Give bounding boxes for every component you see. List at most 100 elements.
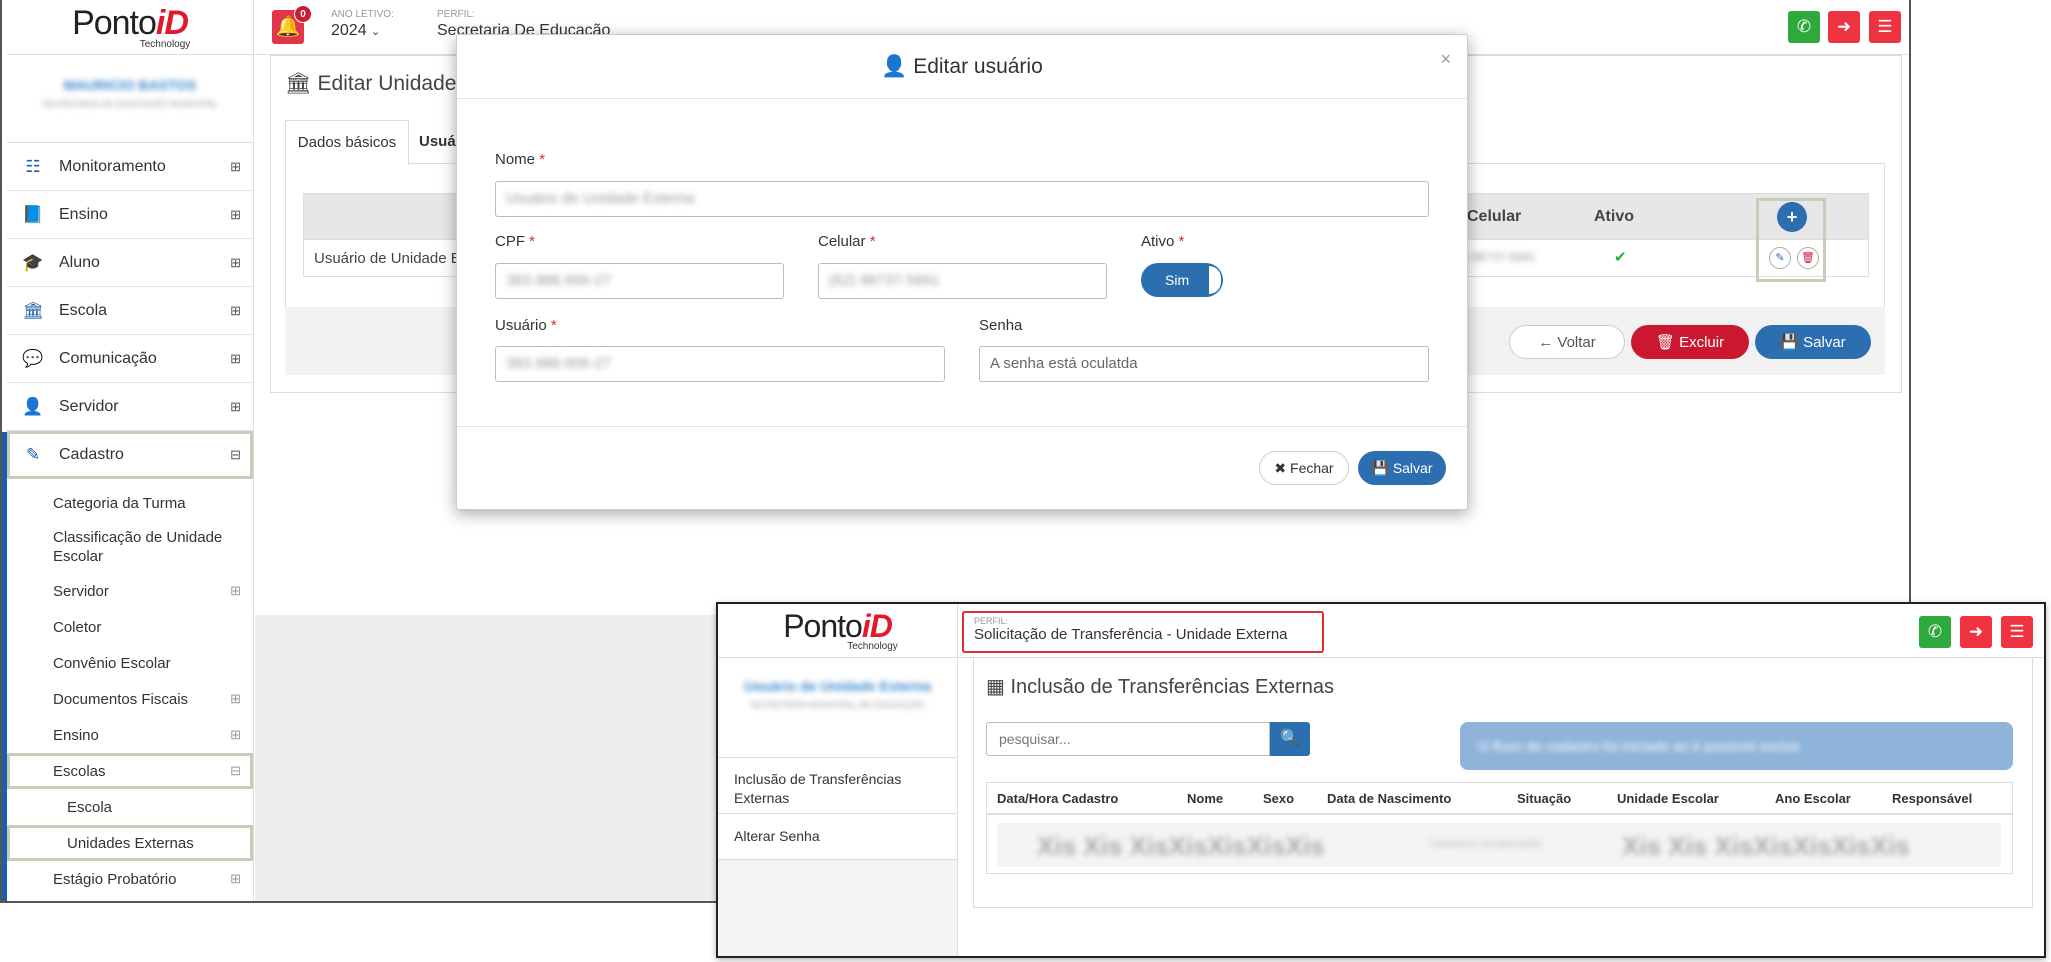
sidebar-item-label: Comunicação <box>59 349 157 367</box>
column-header: Situação <box>1517 791 1572 806</box>
sidebar-item-ensino[interactable]: 📘 Ensino ⊞ <box>7 191 253 239</box>
menu-alterar-senha[interactable]: Alterar Senha <box>718 814 957 860</box>
sidebar: PontoiD Technology MAURICIO BASTOS SECRE… <box>7 0 254 901</box>
senha-label: Senha <box>979 317 1023 334</box>
user-icon: 👤 <box>881 55 908 78</box>
submenu-label: Categoria da Turma <box>53 494 186 512</box>
notification-bell[interactable]: 🔔 0 <box>272 5 312 44</box>
floppy-icon: 💾 <box>1371 459 1389 476</box>
external-unit-window: PontoiD Technology Usuário de Unidade Ex… <box>716 602 2046 958</box>
submenu-label: Estágio Probatório <box>53 870 177 888</box>
sidebar-item-comunicação[interactable]: 💬 Comunicação ⊞ <box>7 335 253 383</box>
tab-dados-basicos[interactable]: Dados básicos <box>285 120 409 165</box>
submenu-label: Coletor <box>53 618 102 636</box>
modal-save-button[interactable]: 💾 Salvar <box>1358 451 1446 485</box>
sliders-icon: ☷ <box>25 156 41 176</box>
sidebar-item-servidor[interactable]: 👤 Servidor ⊞ <box>7 383 253 431</box>
save-button[interactable]: 💾 Salvar <box>1755 325 1871 359</box>
sidebar-item-cadastro[interactable]: ✎ Cadastro ⊟ <box>7 431 253 479</box>
submenu-item[interactable]: Convênio Escolar <box>7 645 253 681</box>
submenu-item[interactable]: Documentos Fiscais ⊞ <box>7 681 253 717</box>
chat-icon: 💬 <box>22 348 44 368</box>
trash-icon: 🗑 <box>1655 334 1675 351</box>
user-name: MAURICIO BASTOS <box>63 77 197 93</box>
sidebar2: PontoiD Technology Usuário de Unidade Ex… <box>718 604 958 956</box>
back-button[interactable]: ← Voltar <box>1509 325 1625 359</box>
sidebar-item-label: Aluno <box>59 253 100 271</box>
toggle-icon: ⊞ <box>230 350 241 366</box>
cpf-label: CPF * <box>495 233 536 250</box>
search-input[interactable]: pesquisar... <box>986 722 1270 756</box>
cpf-field[interactable]: 383.988.906-27 <box>495 263 784 299</box>
sidebar-item-label: Ensino <box>59 205 108 223</box>
delete-button[interactable]: 🗑 Excluir <box>1631 325 1749 359</box>
column-header: Data/Hora Cadastro <box>997 791 1119 806</box>
menu-icon[interactable]: ☰ <box>1869 11 1901 43</box>
logout-icon[interactable]: ➜ <box>1828 11 1860 43</box>
ano-letivo[interactable]: ANO LETIVO: 2024 ⌄ <box>331 9 394 40</box>
submenu-item[interactable]: Categoria da Turma <box>7 485 253 521</box>
toggle-icon: ⊞ <box>230 206 241 222</box>
menu-inclusao[interactable]: Inclusão de Transferências Externas <box>718 758 957 814</box>
info-banner: O fluxo de cadastro foi iniciado ao é po… <box>1460 722 2013 770</box>
transfers-table: Data/Hora Cadastro Nome Sexo Data de Nascim… <box>986 782 2013 874</box>
content2: ▦ Inclusão de Transferências Externas pe… <box>973 658 2033 908</box>
sidebar-item-escola[interactable]: 🏛 Escola ⊞ <box>7 287 253 335</box>
search-icon[interactable]: 🔍 <box>1270 722 1310 756</box>
row-user-name: Usuário de Unidade E <box>314 250 461 267</box>
perfil-highlight[interactable]: PERFIL: Solicitação de Transferência - U… <box>962 611 1324 653</box>
add-user-button[interactable]: + <box>1777 202 1807 232</box>
celular-field[interactable]: (62) 98737-5891 <box>818 263 1107 299</box>
submenu-item[interactable]: Estágio Probatório ⊞ <box>7 861 253 897</box>
submenu-label: Ensino <box>53 726 99 744</box>
sidebar-item-label: Monitoramento <box>59 157 166 175</box>
col-ativo: Ativo <box>1594 208 1634 225</box>
submenu-label: Escola <box>67 798 113 816</box>
menu-icon[interactable]: ☰ <box>2001 616 2033 648</box>
toggle-icon: ⊟ <box>230 763 241 778</box>
notification-count: 0 <box>294 5 312 23</box>
whatsapp-icon[interactable]: ✆ <box>1919 616 1951 648</box>
page-title2: ▦ Inclusão de Transferências Externas <box>986 676 1334 698</box>
user-profile: MAURICIO BASTOS SECRETARIA DE EDUCAÇÃO M… <box>7 55 253 143</box>
sidebar-item-aluno[interactable]: 🎓 Aluno ⊞ <box>7 239 253 287</box>
submenu-item[interactable]: Coletor <box>7 609 253 645</box>
submenu-label: Classificação de Unidade Escolar <box>53 529 223 565</box>
toggle-icon: ⊞ <box>230 871 241 886</box>
sidebar-item-monitoramento[interactable]: ☷ Monitoramento ⊞ <box>7 143 253 191</box>
submenu-item[interactable]: Servidor ⊞ <box>7 573 253 609</box>
submenu-item[interactable]: Escolas ⊟ <box>7 753 253 789</box>
submenu-label: Servidor <box>53 582 109 600</box>
submenu-item[interactable]: Unidades Externas <box>7 825 253 861</box>
close-icon[interactable]: × <box>1440 49 1451 70</box>
logout-icon[interactable]: ➜ <box>1960 616 1992 648</box>
edit-icon[interactable]: ✎ <box>1769 247 1791 269</box>
book-icon: 📘 <box>22 204 44 224</box>
ativo-label: Ativo * <box>1141 233 1185 250</box>
trash-icon[interactable]: 🗑 <box>1797 247 1819 269</box>
toggle-icon: ⊞ <box>230 398 241 414</box>
column-header: Ano Escolar <box>1775 791 1851 806</box>
ativo-toggle[interactable]: Sim <box>1141 263 1223 297</box>
nome-label: Nome * <box>495 151 546 168</box>
close-button[interactable]: ✖ Fechar <box>1259 451 1349 485</box>
submenu-item[interactable]: Escola <box>7 789 253 825</box>
submenu-label: Escolas <box>53 762 106 780</box>
logo: PontoiD Technology <box>7 0 253 55</box>
nome-field[interactable]: Usuário de Unidade Externa <box>495 181 1429 217</box>
topbar2: PERFIL: Solicitação de Transferência - U… <box>958 604 2044 658</box>
submenu-item[interactable]: Classificação de Unidade Escolar <box>7 521 253 573</box>
submenu-item[interactable]: Ensino ⊞ <box>7 717 253 753</box>
whatsapp-icon[interactable]: ✆ <box>1788 11 1820 43</box>
column-header: Responsável <box>1892 791 1973 806</box>
check-icon: ✔ <box>1614 249 1627 266</box>
submenu-label: Documentos Fiscais <box>53 690 189 708</box>
table-icon: ▦ <box>986 676 1005 698</box>
graduation-cap-icon: 🎓 <box>22 252 44 272</box>
usuario-field[interactable]: 383.988.906-27 <box>495 346 945 382</box>
senha-field[interactable]: A senha está oculatda <box>979 346 1429 382</box>
submenu-label: Convênio Escolar <box>53 654 171 672</box>
toggle-icon: ⊞ <box>230 583 241 598</box>
tab-usuarios[interactable]: Usuá <box>409 120 459 165</box>
column-header: Nome <box>1187 791 1224 806</box>
